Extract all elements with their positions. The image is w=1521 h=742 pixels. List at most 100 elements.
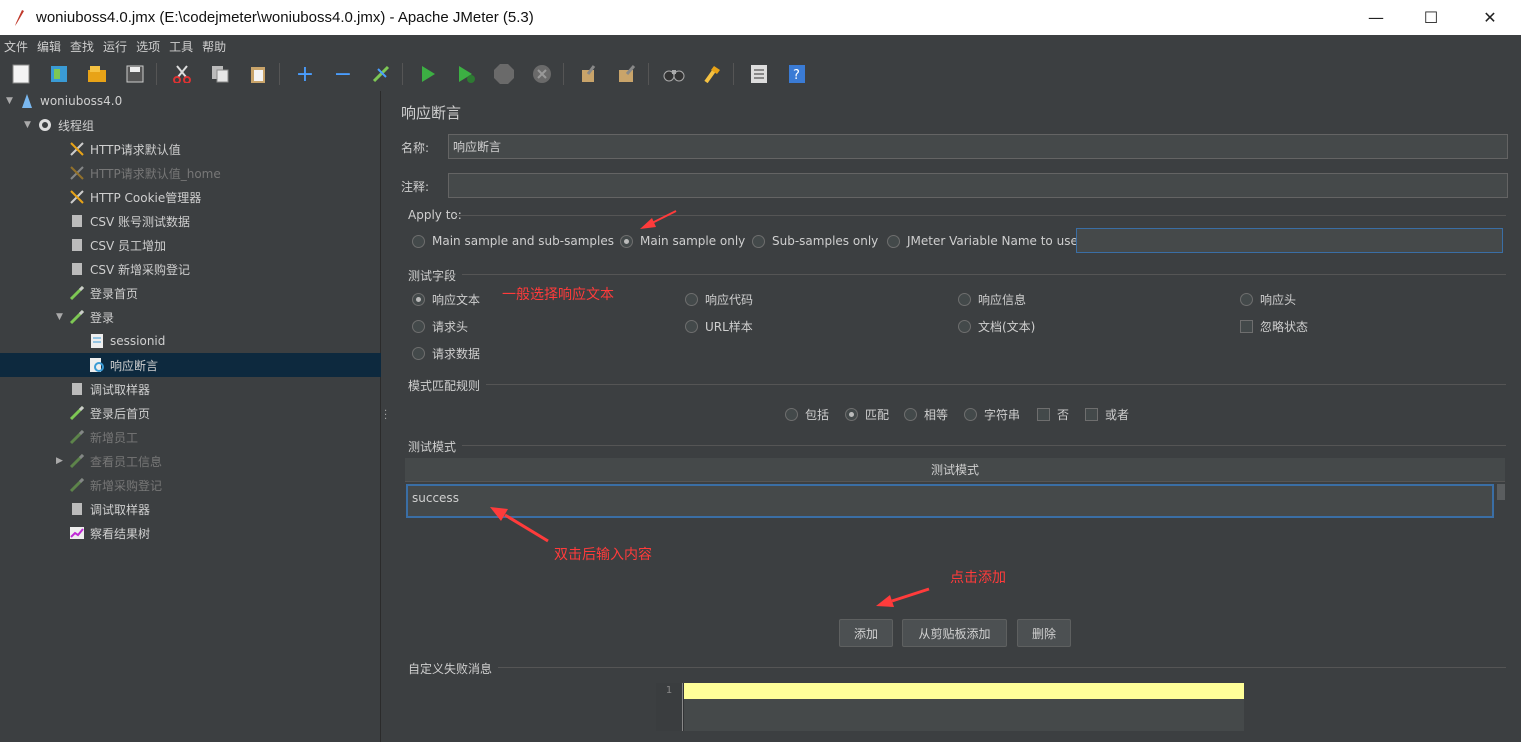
wrench-icon <box>68 188 86 206</box>
tree-node[interactable]: CSV 账号测试数据 <box>0 209 381 233</box>
file-icon <box>68 500 86 518</box>
rule-substring-radio[interactable]: 字符串 <box>964 406 1020 423</box>
chart-icon <box>68 524 86 542</box>
table-scrollbar[interactable] <box>1497 484 1505 500</box>
tree-node[interactable]: 响应断言 <box>0 353 381 377</box>
tree-node[interactable]: HTTP Cookie管理器 <box>0 185 381 209</box>
open-icon[interactable] <box>86 63 108 85</box>
rule-equals-radio[interactable]: 相等 <box>904 406 948 423</box>
apply-sub-only-radio[interactable]: Sub-samples only <box>752 234 878 248</box>
close-button[interactable]: ✕ <box>1461 0 1519 35</box>
menu-search[interactable]: 查找 <box>70 38 94 55</box>
radio-selected-icon <box>845 408 858 421</box>
field-response-headers-radio[interactable]: 响应头 <box>1240 291 1296 308</box>
rule-matches-radio[interactable]: 匹配 <box>845 406 889 423</box>
tree-node[interactable]: 察看结果树 <box>0 521 381 545</box>
field-response-text-radio[interactable]: 响应文本 <box>412 291 480 308</box>
start-icon[interactable] <box>417 63 439 85</box>
splitter-grip-icon: · · · <box>384 406 388 425</box>
option-label: 忽略状态 <box>1260 320 1309 334</box>
menu-edit[interactable]: 编辑 <box>37 38 61 55</box>
stop-icon[interactable] <box>493 63 515 85</box>
clear-all-icon[interactable] <box>616 63 638 85</box>
file-icon <box>68 380 86 398</box>
tree-node[interactable]: 调试取样器 <box>0 377 381 401</box>
menu-options[interactable]: 选项 <box>136 38 160 55</box>
menu-help[interactable]: 帮助 <box>202 38 226 55</box>
collapse-icon[interactable]: − <box>332 62 354 87</box>
reset-search-icon[interactable] <box>701 63 723 85</box>
field-request-data-radio[interactable]: 请求数据 <box>412 345 480 362</box>
pipette-icon <box>68 404 86 422</box>
menu-tools[interactable]: 工具 <box>169 38 193 55</box>
failure-message-legend: 自定义失败消息 <box>408 662 493 676</box>
apply-variable-radio[interactable]: JMeter Variable Name to use <box>887 234 1078 248</box>
tree-node[interactable]: HTTP请求默认值 <box>0 137 381 161</box>
toolbar: + − ? <box>0 57 1521 91</box>
delete-button[interactable]: 删除 <box>1017 619 1071 647</box>
expand-arrow-icon[interactable]: ▼ <box>56 312 68 322</box>
expand-arrow-icon[interactable]: ▶ <box>56 456 68 466</box>
tree-node[interactable]: 新增员工 <box>0 425 381 449</box>
cut-icon[interactable] <box>171 63 193 85</box>
menu-run[interactable]: 运行 <box>103 38 127 55</box>
tree-node[interactable]: ▼ woniuboss4.0 <box>0 89 381 113</box>
function-helper-icon[interactable] <box>748 63 770 85</box>
maximize-button[interactable]: ☐ <box>1402 0 1460 35</box>
clear-icon[interactable] <box>578 63 600 85</box>
test-plan-icon <box>18 92 36 110</box>
tree-node[interactable]: 调试取样器 <box>0 497 381 521</box>
expand-arrow-icon[interactable]: ▼ <box>24 120 36 130</box>
failure-message-editor[interactable]: 1 <box>656 683 1244 731</box>
save-icon[interactable] <box>124 63 146 85</box>
radio-icon <box>752 234 765 248</box>
field-url-radio[interactable]: URL样本 <box>685 318 753 335</box>
templates-icon[interactable] <box>48 63 70 85</box>
help-icon[interactable]: ? <box>786 63 808 85</box>
field-response-message-radio[interactable]: 响应信息 <box>958 291 1026 308</box>
rule-not-checkbox[interactable]: 否 <box>1037 406 1069 423</box>
expand-arrow-icon[interactable]: ▼ <box>6 96 18 106</box>
comment-field[interactable] <box>448 173 1508 198</box>
tree-node[interactable]: ▶ 查看员工信息 <box>0 449 381 473</box>
field-document-radio[interactable]: 文档(文本) <box>958 318 1035 335</box>
field-response-code-radio[interactable]: 响应代码 <box>685 291 753 308</box>
tree-node[interactable]: sessionid <box>0 329 381 353</box>
patterns-table-header[interactable]: 测试模式 <box>405 458 1505 482</box>
tree-node[interactable]: HTTP请求默认值_home <box>0 161 381 185</box>
copy-icon[interactable] <box>209 63 231 85</box>
start-no-pause-icon[interactable] <box>455 63 477 85</box>
apply-main-and-sub-radio[interactable]: Main sample and sub-samples <box>412 234 614 248</box>
apply-main-only-radio[interactable]: Main sample only <box>620 234 745 248</box>
ignore-status-checkbox[interactable]: 忽略状态 <box>1240 318 1308 335</box>
radio-icon <box>685 320 698 333</box>
menu-file[interactable]: 文件 <box>4 38 28 55</box>
page-title: 响应断言 <box>401 104 462 122</box>
tree-node[interactable]: CSV 员工增加 <box>0 233 381 257</box>
minimize-button[interactable]: — <box>1347 0 1405 35</box>
add-button[interactable]: 添加 <box>839 619 893 647</box>
name-field[interactable]: 响应断言 <box>448 134 1508 159</box>
tree-node[interactable]: 登录首页 <box>0 281 381 305</box>
tree-node[interactable]: ▼ 登录 <box>0 305 381 329</box>
tree-node[interactable]: CSV 新增采购登记 <box>0 257 381 281</box>
tree-node[interactable]: ▼ 线程组 <box>0 113 381 137</box>
add-from-clipboard-button[interactable]: 从剪贴板添加 <box>902 619 1007 647</box>
toggle-icon[interactable] <box>370 63 392 85</box>
rule-contains-radio[interactable]: 包括 <box>785 406 829 423</box>
rule-or-checkbox[interactable]: 或者 <box>1085 406 1129 423</box>
variable-name-input[interactable] <box>1076 228 1503 253</box>
shutdown-icon[interactable] <box>531 63 553 85</box>
expand-icon[interactable]: + <box>294 62 316 87</box>
field-request-headers-radio[interactable]: 请求头 <box>412 318 468 335</box>
tree-node-label: HTTP请求默认值_home <box>90 166 221 181</box>
annotation-double-click: 双击后输入内容 <box>554 547 652 563</box>
paste-icon[interactable] <box>247 63 269 85</box>
pattern-row-editor[interactable]: success <box>406 484 1494 518</box>
new-icon[interactable] <box>10 63 32 85</box>
tree-node[interactable]: 登录后首页 <box>0 401 381 425</box>
tree-node[interactable]: 新增采购登记 <box>0 473 381 497</box>
tree-node-label: 调试取样器 <box>90 382 151 397</box>
search-icon[interactable] <box>663 63 685 85</box>
option-label: 字符串 <box>984 408 1021 422</box>
